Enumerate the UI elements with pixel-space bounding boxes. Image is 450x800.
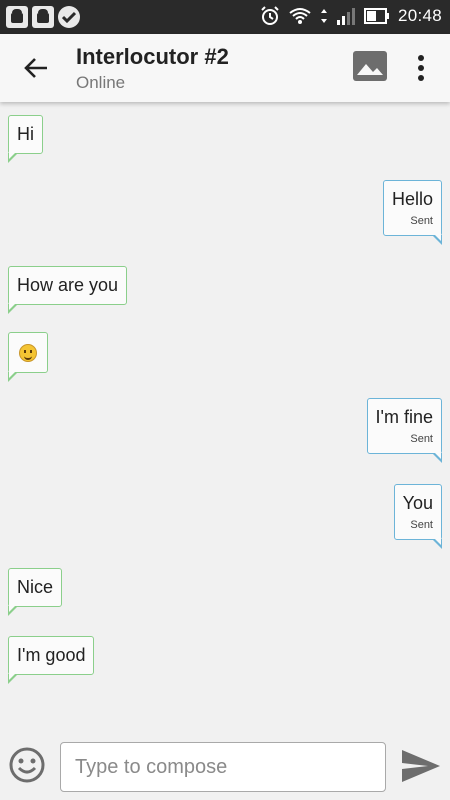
alarm-icon <box>261 6 279 25</box>
bubble-tail <box>432 537 442 549</box>
message-outgoing[interactable]: I'm fine Sent <box>366 398 442 463</box>
message-text: I'm good <box>17 645 86 665</box>
message-text: You <box>402 493 433 513</box>
message-status: Sent <box>410 519 433 531</box>
send-icon[interactable] <box>400 748 442 784</box>
message-text: Hello <box>391 189 433 209</box>
more-vert-icon[interactable] <box>414 54 428 82</box>
clock: 20:48 <box>397 6 442 25</box>
bubble-tail <box>8 302 18 314</box>
message-text: Hi <box>17 124 34 144</box>
battery-icon <box>363 8 389 24</box>
wifi-icon <box>289 8 311 24</box>
message-outgoing[interactable]: Hello Sent <box>382 180 442 245</box>
emoji-icon[interactable] <box>8 746 46 784</box>
message-status: Sent <box>410 433 433 445</box>
system-icons: 20:48 <box>260 6 442 26</box>
message-text: I'm fine <box>375 407 433 427</box>
data-transfer-icon <box>320 9 327 23</box>
check-notification-icon <box>58 6 80 28</box>
arrow-left-icon[interactable] <box>22 54 50 82</box>
bubble-tail <box>8 672 18 684</box>
presence-status: Online <box>76 73 126 92</box>
smiley-emoji-icon <box>19 344 37 363</box>
android-notification-icon <box>32 6 54 28</box>
bubble-tail <box>8 370 18 382</box>
message-incoming[interactable]: Nice <box>8 568 63 616</box>
message-incoming[interactable]: I'm good <box>8 636 95 684</box>
signal-icon <box>336 8 355 25</box>
message-text: Nice <box>17 577 54 597</box>
message-list[interactable]: Hi Hello Sent How are you I'm fine Sent … <box>0 102 450 732</box>
bubble-tail <box>432 451 442 463</box>
composer-bar <box>0 732 450 800</box>
android-notification-icon <box>6 6 28 28</box>
message-incoming[interactable]: How are you <box>8 266 128 314</box>
bubble-tail <box>8 604 18 616</box>
message-incoming[interactable]: Hi <box>8 115 43 163</box>
notification-icons <box>6 6 80 28</box>
compose-input[interactable] <box>60 742 386 792</box>
bubble-tail <box>8 151 18 163</box>
message-outgoing[interactable]: You Sent <box>393 484 442 549</box>
bubble-tail <box>432 233 442 245</box>
conversation-title: Interlocutor #2 <box>76 44 229 69</box>
message-text: How are you <box>17 275 119 295</box>
image-icon[interactable] <box>352 50 388 82</box>
message-incoming[interactable] <box>8 332 48 382</box>
app-bar: Interlocutor #2 Online <box>0 34 450 102</box>
status-bar: 20:48 <box>0 0 450 34</box>
message-status: Sent <box>410 215 433 227</box>
